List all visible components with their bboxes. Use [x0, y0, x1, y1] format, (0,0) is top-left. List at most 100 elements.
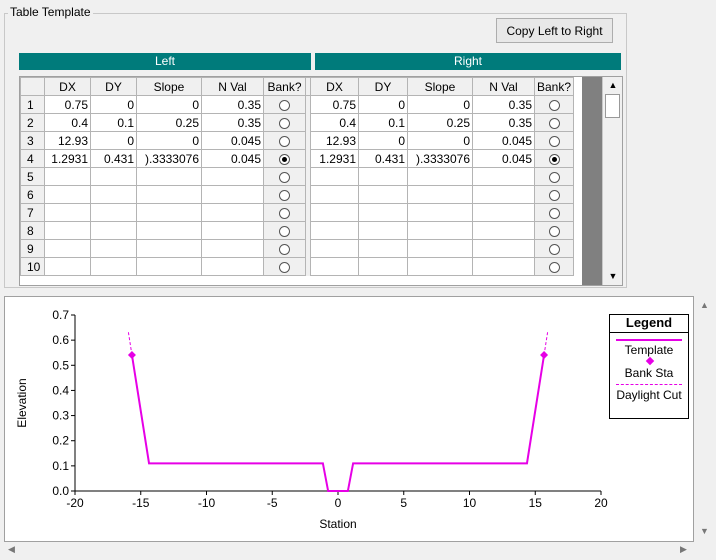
- left-bank-radio[interactable]: [263, 185, 306, 204]
- row-number[interactable]: 10: [20, 257, 45, 276]
- cell-right-dx[interactable]: [310, 239, 359, 258]
- cell-left-slope[interactable]: 0: [136, 131, 202, 150]
- cell-left-nval[interactable]: 0.35: [201, 113, 264, 132]
- cell-right-dx[interactable]: [310, 185, 359, 204]
- scroll-thumb[interactable]: [605, 94, 620, 118]
- cell-left-slope[interactable]: 0.25: [136, 113, 202, 132]
- cell-left-nval[interactable]: [201, 257, 264, 276]
- scroll-down-icon[interactable]: ▼: [603, 268, 622, 285]
- left-bank-radio[interactable]: [263, 113, 306, 132]
- cell-left-dx[interactable]: [44, 185, 91, 204]
- cell-left-slope[interactable]: [136, 257, 202, 276]
- cell-left-slope[interactable]: ).3333076: [136, 149, 202, 168]
- cell-left-dy[interactable]: [90, 167, 137, 186]
- cell-right-slope[interactable]: [407, 257, 473, 276]
- cell-right-nval[interactable]: [472, 167, 535, 186]
- right-bank-radio[interactable]: [533, 149, 575, 168]
- right-bank-radio[interactable]: [533, 185, 575, 204]
- right-bank-radio[interactable]: [533, 167, 575, 186]
- cell-left-dx[interactable]: [44, 221, 91, 240]
- cell-left-dy[interactable]: [90, 257, 137, 276]
- cell-left-dy[interactable]: 0.1: [90, 113, 137, 132]
- cell-left-slope[interactable]: [136, 221, 202, 240]
- row-number[interactable]: 5: [20, 167, 45, 186]
- cell-left-nval[interactable]: 0.35: [201, 95, 264, 114]
- right-bank-radio[interactable]: [533, 95, 575, 114]
- row-number[interactable]: 1: [20, 95, 45, 114]
- cell-right-slope[interactable]: [407, 185, 473, 204]
- cell-right-slope[interactable]: [407, 221, 473, 240]
- scroll-left-icon[interactable]: ◀: [8, 544, 15, 555]
- cell-left-slope[interactable]: [136, 167, 202, 186]
- row-number[interactable]: 3: [20, 131, 45, 150]
- cell-left-dy[interactable]: [90, 221, 137, 240]
- cell-right-dy[interactable]: [358, 203, 408, 222]
- cell-right-dx[interactable]: [310, 221, 359, 240]
- cell-right-dy[interactable]: [358, 221, 408, 240]
- cell-left-dy[interactable]: [90, 239, 137, 258]
- left-bank-radio[interactable]: [263, 95, 306, 114]
- cell-right-nval[interactable]: [472, 239, 535, 258]
- right-bank-radio[interactable]: [533, 113, 575, 132]
- cell-left-slope[interactable]: [136, 203, 202, 222]
- cell-right-nval[interactable]: 0.045: [472, 131, 535, 150]
- cell-left-dy[interactable]: [90, 185, 137, 204]
- cell-right-slope[interactable]: [407, 203, 473, 222]
- cell-right-nval[interactable]: [472, 221, 535, 240]
- plot-vertical-scrollbar[interactable]: ▲ ▼: [696, 296, 714, 542]
- row-number[interactable]: 4: [20, 149, 45, 168]
- table-vertical-scrollbar[interactable]: ▲ ▼: [602, 77, 622, 285]
- row-number[interactable]: 8: [20, 221, 45, 240]
- cell-right-dy[interactable]: 0.1: [358, 113, 408, 132]
- right-bank-radio[interactable]: [533, 239, 575, 258]
- copy-left-to-right-button[interactable]: Copy Left to Right: [496, 18, 613, 43]
- cell-left-slope[interactable]: 0: [136, 95, 202, 114]
- cell-right-slope[interactable]: [407, 239, 473, 258]
- cell-left-dx[interactable]: 0.4: [44, 113, 91, 132]
- cell-right-nval[interactable]: [472, 257, 535, 276]
- cell-left-nval[interactable]: 0.045: [201, 131, 264, 150]
- cell-right-nval[interactable]: 0.35: [472, 113, 535, 132]
- cell-left-dx[interactable]: 0.75: [44, 95, 91, 114]
- left-bank-radio[interactable]: [263, 167, 306, 186]
- scroll-up-icon[interactable]: ▲: [603, 77, 622, 94]
- row-number[interactable]: 7: [20, 203, 45, 222]
- cell-left-dx[interactable]: 12.93: [44, 131, 91, 150]
- right-bank-radio[interactable]: [533, 131, 575, 150]
- cell-left-dx[interactable]: [44, 239, 91, 258]
- cell-right-dy[interactable]: [358, 257, 408, 276]
- scroll-right-icon[interactable]: ▶: [680, 544, 687, 555]
- cell-left-nval[interactable]: [201, 203, 264, 222]
- cell-right-dy[interactable]: 0: [358, 131, 408, 150]
- cell-right-dx[interactable]: [310, 257, 359, 276]
- cell-left-nval[interactable]: 0.045: [201, 149, 264, 168]
- left-bank-radio[interactable]: [263, 131, 306, 150]
- cell-right-slope[interactable]: ).3333076: [407, 149, 473, 168]
- cell-right-dy[interactable]: 0.431: [358, 149, 408, 168]
- right-bank-radio[interactable]: [533, 257, 575, 276]
- cell-left-dy[interactable]: 0.431: [90, 149, 137, 168]
- cell-left-slope[interactable]: [136, 185, 202, 204]
- cell-left-dy[interactable]: 0: [90, 131, 137, 150]
- cell-left-dx[interactable]: [44, 167, 91, 186]
- scroll-up-icon[interactable]: ▲: [700, 300, 709, 310]
- cell-right-dy[interactable]: [358, 167, 408, 186]
- cell-right-dx[interactable]: 0.4: [310, 113, 359, 132]
- right-bank-radio[interactable]: [533, 221, 575, 240]
- cell-right-dx[interactable]: [310, 203, 359, 222]
- row-number[interactable]: 9: [20, 239, 45, 258]
- cell-right-slope[interactable]: 0: [407, 95, 473, 114]
- cell-right-dx[interactable]: 12.93: [310, 131, 359, 150]
- row-number[interactable]: 2: [20, 113, 45, 132]
- cell-right-nval[interactable]: [472, 185, 535, 204]
- left-bank-radio[interactable]: [263, 149, 306, 168]
- cell-right-dx[interactable]: 1.2931: [310, 149, 359, 168]
- cell-right-nval[interactable]: 0.045: [472, 149, 535, 168]
- cell-left-dy[interactable]: [90, 203, 137, 222]
- cell-right-dy[interactable]: [358, 185, 408, 204]
- cell-right-dy[interactable]: [358, 239, 408, 258]
- plot-horizontal-scrollbar[interactable]: ◀ ▶: [4, 542, 694, 558]
- cell-left-nval[interactable]: [201, 167, 264, 186]
- cell-left-dx[interactable]: [44, 257, 91, 276]
- left-bank-radio[interactable]: [263, 203, 306, 222]
